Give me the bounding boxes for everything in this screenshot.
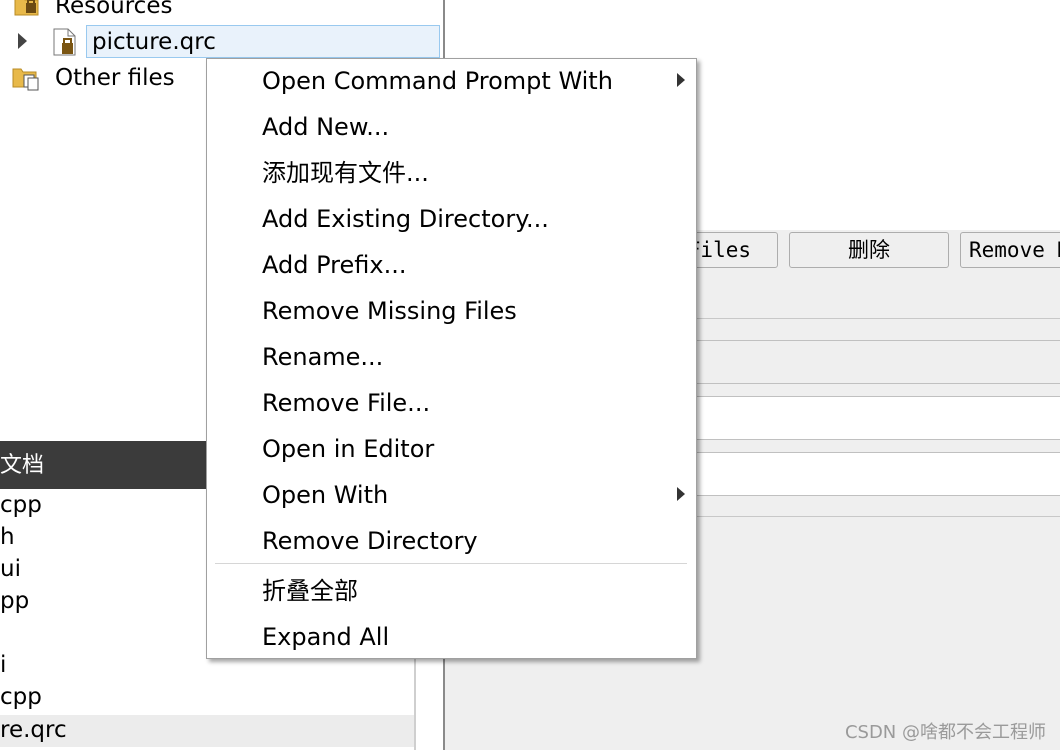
folder-files-icon [12,66,42,92]
submenu-arrow-icon [677,487,685,501]
document-item[interactable]: pp [0,586,29,616]
tree-node-resources[interactable]: Resources [55,0,172,21]
document-item[interactable]: cpp [0,490,42,520]
menu-item-remove-missing-files[interactable]: Remove Missing Files [262,295,517,327]
watermark: CSDN @啥都不会工程师 [844,722,1046,743]
context-menu: Open Command Prompt With Add New... 添加现有… [206,58,697,659]
menu-item-rename[interactable]: Rename... [262,341,383,373]
menu-item-remove-file[interactable]: Remove File... [262,387,430,419]
document-item[interactable]: cpp [0,682,42,712]
menu-separator [215,563,687,564]
document-item[interactable]: ui [0,554,21,584]
language-field[interactable] [696,396,1060,440]
menu-item-add-existing-files[interactable]: 添加现有文件... [262,157,429,189]
document-item-label: re.qrc [0,717,67,743]
submenu-arrow-icon [677,73,685,87]
menu-item-add-prefix[interactable]: Add Prefix... [262,249,406,281]
menu-item-open-command-prompt-with[interactable]: Open Command Prompt With [262,65,613,97]
document-item[interactable]: i [0,650,6,680]
tree-node-picture-qrc-label: picture.qrc [92,29,216,55]
divider [696,516,1060,517]
document-item[interactable]: h [0,522,15,552]
tree-node-other-files[interactable]: Other files [55,63,175,93]
alias-field[interactable] [696,452,1060,496]
remove-missing-button[interactable]: Remove M [960,232,1060,268]
folder-lock-icon [14,0,40,16]
menu-item-open-in-editor[interactable]: Open in Editor [262,433,434,465]
open-documents-title: 文档 [0,453,45,478]
menu-item-add-new[interactable]: Add New... [262,111,389,143]
menu-item-collapse-all[interactable]: 折叠全部 [262,575,358,607]
menu-item-remove-directory[interactable]: Remove Directory [262,525,478,557]
menu-item-add-existing-directory[interactable]: Add Existing Directory... [262,203,549,235]
menu-item-expand-all[interactable]: Expand All [262,621,389,653]
divider [696,318,1060,319]
delete-button[interactable]: 删除 [789,232,949,268]
menu-item-open-with[interactable]: Open With [262,479,388,511]
qrc-file-icon [52,28,78,56]
expand-arrow-icon[interactable] [18,33,27,49]
prefix-field[interactable] [696,340,1060,384]
